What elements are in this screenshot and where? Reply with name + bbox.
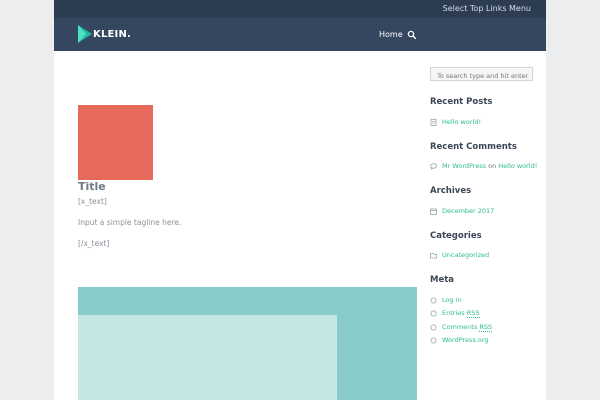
archive-item[interactable]: December 2017: [430, 206, 494, 216]
meta-login-link[interactable]: Log in: [442, 296, 462, 304]
archives-title: Archives: [430, 186, 472, 196]
meta-item[interactable]: WordPress.org: [430, 335, 489, 345]
speech-bubble-icon: [430, 162, 437, 170]
meta-item[interactable]: Entries RSS: [430, 308, 480, 318]
meta-title: Meta: [430, 275, 455, 285]
comment-author-link[interactable]: Mr WordPress: [442, 162, 486, 170]
circle-bullet-icon: [430, 310, 437, 316]
logo-text: KLEIN.: [93, 28, 132, 40]
category-item[interactable]: Uncategorized: [430, 250, 489, 260]
meta-comments-rss-link[interactable]: Comments RSS: [442, 323, 493, 332]
recent-post-item[interactable]: Hello world!: [430, 117, 481, 127]
top-links-menu[interactable]: Select Top Links Menu: [443, 4, 531, 14]
site-header: KLEIN. Home: [54, 18, 546, 51]
recent-comment-item: Mr WordPress on Hello world!: [430, 161, 537, 171]
rss-abbr: RSS: [466, 309, 480, 318]
rss-abbr: RSS: [479, 323, 493, 332]
calendar-icon: [430, 208, 437, 215]
meta-wordpress-link[interactable]: WordPress.org: [442, 336, 489, 344]
post-text-line: [x_text]: [78, 197, 107, 206]
post-tagline: Input a simple tagline here.: [78, 218, 182, 227]
meta-item[interactable]: Log in: [430, 295, 462, 305]
search-input[interactable]: [430, 67, 533, 81]
entries-label: Entries: [442, 309, 465, 317]
post-text-line: [/x_text]: [78, 239, 110, 248]
document-icon: [430, 118, 437, 126]
top-bar: Select Top Links Menu: [54, 0, 546, 18]
meta-entries-rss-link[interactable]: Entries RSS: [442, 309, 480, 318]
comment-post-link[interactable]: Hello world!: [498, 162, 537, 170]
post-thumbnail[interactable]: [78, 105, 153, 180]
triangle-logo-icon: [78, 25, 92, 43]
search-icon[interactable]: [407, 30, 417, 40]
nav-home-link[interactable]: Home: [379, 30, 403, 39]
recent-posts-title: Recent Posts: [430, 97, 493, 107]
archive-link[interactable]: December 2017: [442, 207, 494, 215]
folder-icon: [430, 252, 437, 258]
circle-bullet-icon: [430, 297, 437, 303]
main-content: Title [x_text] Input a simple tagline he…: [54, 51, 546, 400]
recent-comments-title: Recent Comments: [430, 142, 517, 152]
post-title[interactable]: Title: [78, 180, 106, 193]
categories-title: Categories: [430, 231, 482, 241]
comments-label: Comments: [442, 323, 478, 331]
site-logo[interactable]: KLEIN.: [78, 25, 131, 43]
hero-inner-panel: [78, 315, 337, 400]
circle-bullet-icon: [430, 324, 437, 330]
circle-bullet-icon: [430, 337, 437, 343]
category-link[interactable]: Uncategorized: [442, 251, 489, 259]
hero-image: [78, 287, 417, 400]
meta-item[interactable]: Comments RSS: [430, 322, 493, 332]
comment-on-label: on: [488, 162, 497, 170]
recent-post-link[interactable]: Hello world!: [442, 118, 481, 126]
